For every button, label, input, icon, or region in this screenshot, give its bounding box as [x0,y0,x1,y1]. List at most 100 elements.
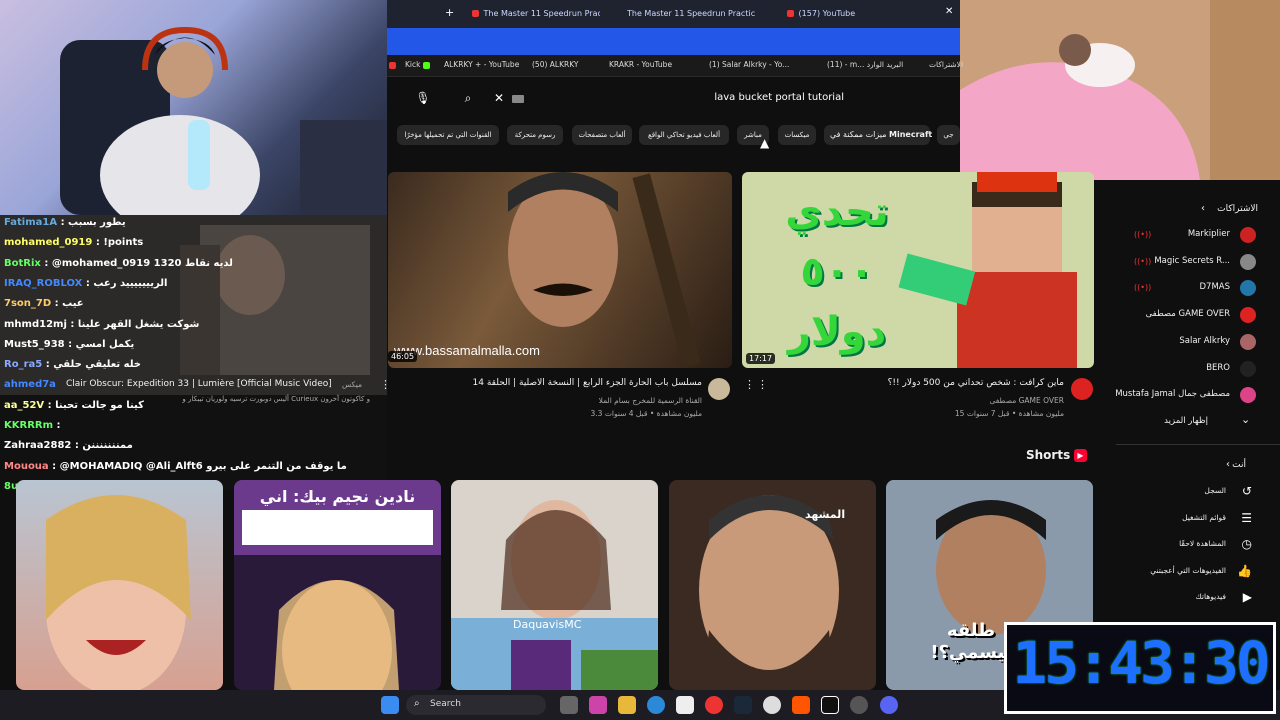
browser-tab-active[interactable]: (157) YouTube [787,4,937,24]
subscription-channel[interactable]: Salar Alkrky [1116,332,1266,352]
address-bar[interactable] [387,28,960,55]
channel-avatar [1240,333,1256,350]
keyboard-icon[interactable] [512,95,524,103]
browser-tab[interactable]: The Master 11 Speedrun Practic [472,4,600,24]
close-tab-icon[interactable]: ✕ [945,6,953,17]
video-title[interactable]: Clair Obscur: Expedition 33 | Lumière [O… [66,379,366,389]
chevron-left-icon: ‹ [1226,459,1230,470]
chip[interactable]: ميكسات [778,125,816,145]
chat-username[interactable]: Zahraa2882 [4,440,71,451]
bookmark-item[interactable]: الاشتراكات [929,60,963,69]
chat-username[interactable]: mhmd12mj [4,319,67,330]
store-icon[interactable] [676,696,694,714]
settings-icon[interactable] [763,696,781,714]
chat-username[interactable]: aa_52V [4,400,44,411]
history-icon: ↺ [1241,484,1252,498]
youtube-tab-icon [472,10,479,17]
chip[interactable]: ألعاب فيديو تحاكي الواقع [639,125,729,145]
you-menu-item[interactable]: قوائم التشغيل ☰ [1116,509,1266,529]
video-thumbnail[interactable]: www.bassamalmalla.com 46:05 [388,172,732,368]
live-indicator-icon: ((•)) [1134,283,1152,293]
menu-label: الفيديوهات التي أعجبتني [1150,565,1226,575]
video-title[interactable]: ماين كرافت : شخص تحداني من 500 دولار !!؟ [770,378,1064,388]
obs-icon[interactable] [850,696,868,714]
chat-username[interactable]: Must5_938 [4,339,65,350]
short-video[interactable] [16,480,223,690]
chip[interactable]: رسوم متحركة [507,125,563,145]
file-explorer-icon[interactable] [618,696,636,714]
channel-avatar[interactable] [708,378,730,400]
channel-avatar[interactable] [1071,378,1093,400]
chat-username[interactable]: mohamed_0919 [4,237,92,248]
bookmark-label: (50) ALKRKY [532,60,579,69]
capcut-icon[interactable] [821,696,839,714]
subscription-channel[interactable]: ((•)) D7MAS [1116,278,1266,298]
channel-name[interactable]: مصطفى GAME OVER [770,396,1065,405]
bookmark-item[interactable]: (1) Salar Alkrky - Yo... [709,60,789,69]
subscription-channel[interactable]: BERO [1116,359,1266,379]
copilot-icon[interactable] [589,696,607,714]
chat-username[interactable]: Mououa [4,461,49,472]
clear-search-icon[interactable]: ✕ [494,91,504,105]
you-menu-item[interactable]: الفيديوهات التي أعجبتني 👍 [1116,562,1266,582]
short-video[interactable]: DaquavisMC [451,480,658,690]
you-menu-item[interactable]: فيديوهاتك ▶ [1116,588,1266,608]
chat-username[interactable]: Fatima1A [4,217,57,228]
chat-message: Ro_ra5 : خله تعليقي حلقي [4,359,141,370]
chat-message: Mououa : @MOHAMADIQ @Ali_Alft6 ما يوقف م… [4,461,347,472]
bookmark-label: Kick [405,60,421,69]
short-video[interactable]: نادين نجيم بيك: اني مسيحية وأبي مسلم [234,480,441,690]
chip[interactable]: ميزات ممكنة في Minecraft [824,125,932,145]
bookmark-item[interactable]: (50) ALKRKY [532,60,578,69]
chat-username[interactable]: BotRix [4,258,41,269]
chip[interactable]: ألعاب متصفحات [572,125,632,145]
browser-tab[interactable]: The Master 11 Speedrun Practic [627,4,772,24]
more-options-icon[interactable]: ⋮ [744,378,755,391]
chat-username[interactable]: IRAQ_ROBLOX [4,278,82,289]
subscription-channel[interactable]: ((•)) Markiplier [1116,225,1266,245]
search-icon[interactable]: ⌕ [457,87,479,109]
bookmark-item[interactable]: ALKRKY + - YouTube [444,60,519,69]
new-tab-icon[interactable]: + [445,6,454,19]
you-header[interactable]: أنت ‹ [1116,456,1266,476]
search-input[interactable]: ✕ lava bucket portal tutorial [494,87,849,111]
video-title[interactable]: مسلسل باب الحارة الجزء الرابع | النسخة ا… [440,378,702,388]
shorts-icon: ▶ [1074,449,1087,462]
chip[interactable]: جي [937,125,960,145]
show-more-button[interactable]: إظهار المزيد ⌄ [1116,412,1266,432]
more-options-icon[interactable]: ⋮ [380,378,391,391]
chrome-icon[interactable] [705,696,723,714]
taskbar-search[interactable]: ⌕ Search [406,695,546,715]
channel-name[interactable]: أليس دوبورت ترسيه ولوريان تيبكار و Curie… [140,395,370,403]
subscriptions-header[interactable]: الاشتراكات ‹ [1116,200,1266,220]
playlist-icon: ☰ [1241,510,1252,525]
you-menu-item[interactable]: المشاهدة لاحقًا ◷ [1116,535,1266,555]
microphone-icon[interactable]: 🎙 [412,87,434,109]
bookmark-item[interactable]: KRAKR - YouTube [609,60,672,69]
more-options-icon[interactable]: ⋮ [757,378,768,391]
search-query: lava bucket portal tutorial [714,92,844,103]
subscription-channel[interactable]: مصطفى GAME OVER [1116,305,1266,325]
like-icon: 👍 [1237,563,1252,578]
channel-name[interactable]: القناة الرسمية للمخرج بسام الملا [440,396,702,405]
subscription-channel[interactable]: ((•)) Magic Secrets R... [1116,252,1266,272]
windows-start-icon[interactable] [381,696,399,714]
edge-icon[interactable] [647,696,665,714]
chat-username[interactable]: Ro_ra5 [4,359,42,370]
chat-username[interactable]: 7son_7D [4,298,51,309]
chat-username[interactable]: KKRRRm [4,420,53,431]
video-thumbnail[interactable]: تحدي ٥٠٠ دولار 17:17 [742,172,1094,368]
chip[interactable]: القنوات التي تم تحميلها مؤخرًا [397,125,499,145]
bookmark-item[interactable] [389,60,398,69]
brave-icon[interactable] [792,696,810,714]
channel-name: Magic Secrets R... [1154,255,1230,266]
you-menu-item[interactable]: السجل ↺ [1116,482,1266,502]
short-video[interactable]: المشهد [669,480,876,690]
steam-icon[interactable] [734,696,752,714]
bookmark-item[interactable]: Kick [405,60,432,69]
discord-icon[interactable] [880,696,898,714]
task-view-icon[interactable] [560,696,578,714]
bookmark-item[interactable]: (11) - m... البريد الوارد [827,60,903,69]
chat-username[interactable]: ahmed7a [4,379,56,390]
subscription-channel[interactable]: Mustafa Jamal مصطفى جمال [1115,385,1266,405]
